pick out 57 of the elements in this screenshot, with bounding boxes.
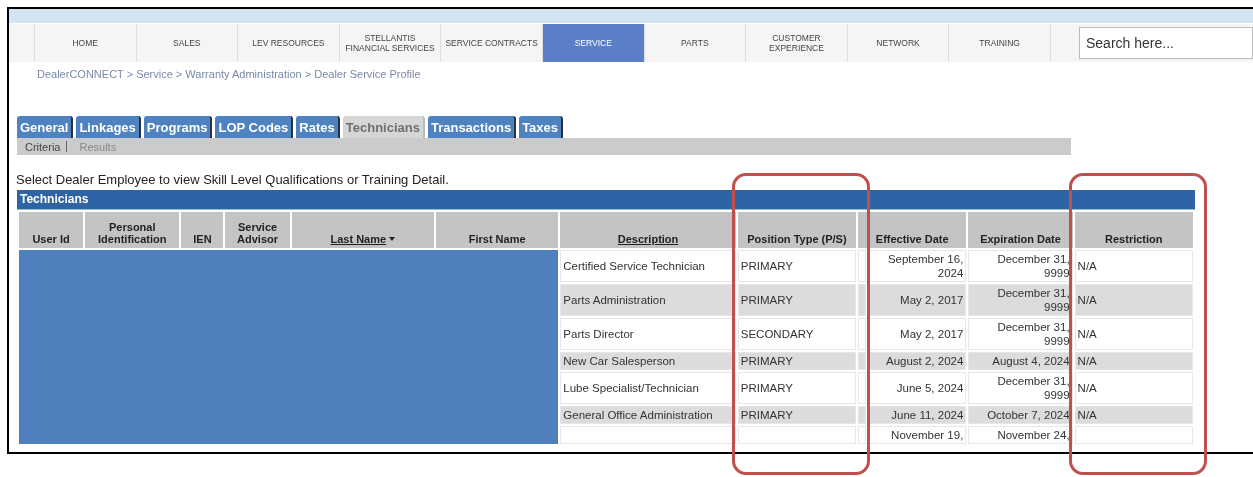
search-field[interactable]: Search here... bbox=[1079, 27, 1253, 59]
table-cell: August 2, 2024 bbox=[868, 352, 967, 370]
table-cell: N/A bbox=[1074, 372, 1193, 404]
column-header: Effective Date bbox=[858, 212, 967, 248]
tab[interactable]: Rates bbox=[296, 116, 340, 138]
table-cell: PRIMARY bbox=[737, 406, 857, 424]
tab[interactable]: Transactions bbox=[427, 116, 517, 138]
tab[interactable]: Programs bbox=[143, 116, 213, 138]
table-cell: PRIMARY bbox=[737, 372, 857, 404]
table-cell: General Office Administration bbox=[560, 406, 736, 424]
column-header: Service Advisor bbox=[225, 212, 290, 248]
instruction-text: Select Dealer Employee to view Skill Level Qualifications or Training Detail. bbox=[16, 172, 450, 187]
table-cell: December 31, 9999 bbox=[968, 250, 1073, 282]
table-cell: December 31, 9999 bbox=[968, 284, 1073, 316]
table-title: Technicians bbox=[17, 190, 1195, 210]
table-cell: New Car Salesperson bbox=[560, 352, 736, 370]
tab[interactable]: Linkages bbox=[76, 116, 141, 138]
table-cell: SECONDARY bbox=[737, 318, 857, 350]
tab[interactable]: General bbox=[17, 116, 74, 138]
column-header: IEN bbox=[181, 212, 224, 248]
table-cell: N/A bbox=[1074, 318, 1193, 350]
table-cell: November 24, bbox=[968, 426, 1073, 444]
breadcrumb: DealerCONNECT > Service > Warranty Administration > Dealer Service Profile bbox=[37, 68, 422, 80]
table-cell: PRIMARY bbox=[737, 250, 857, 282]
nav-tab[interactable]: SERVICE bbox=[542, 24, 645, 62]
column-header: First Name bbox=[436, 212, 559, 248]
column-header: Personal Identification bbox=[85, 212, 180, 248]
column-header: Position Type (P/S) bbox=[737, 212, 857, 248]
table-cell: N/A bbox=[1074, 284, 1193, 316]
table-cell: N/A bbox=[1074, 250, 1193, 282]
table-cell: August 4, 2024 bbox=[968, 352, 1073, 370]
sort-caret-icon bbox=[389, 237, 396, 241]
table-cell: December 31, 9999 bbox=[968, 318, 1073, 350]
table-cell: Parts Director bbox=[560, 318, 736, 350]
column-header[interactable]: Description bbox=[560, 212, 736, 248]
table-cell: N/A bbox=[1074, 406, 1193, 424]
subtab-link[interactable]: Criteria bbox=[25, 140, 61, 153]
column-header[interactable]: Last Name bbox=[291, 212, 434, 248]
table-cell: October 7, 2024 bbox=[968, 406, 1073, 424]
column-header: Restriction bbox=[1074, 212, 1193, 248]
table-cell: September 16, 2024 bbox=[868, 250, 967, 282]
table-cell: December 31, 9999 bbox=[968, 372, 1073, 404]
table-cell: N/A bbox=[1074, 352, 1193, 370]
column-header: User Id bbox=[19, 212, 84, 248]
tab[interactable]: LOP Codes bbox=[215, 116, 294, 138]
table-cell: Certified Service Technician bbox=[560, 250, 736, 282]
table-cell: May 2, 2017 bbox=[868, 318, 967, 350]
tab[interactable]: Taxes bbox=[519, 116, 564, 138]
table-cell: Lube Specialist/Technician bbox=[560, 372, 736, 404]
table-cell: May 2, 2017 bbox=[868, 284, 967, 316]
table-cell: Parts Administration bbox=[560, 284, 736, 316]
table-cell: June 11, 2024 bbox=[868, 406, 967, 424]
column-header: Expiration Date bbox=[968, 212, 1073, 248]
table-cell: PRIMARY bbox=[737, 284, 857, 316]
table-cell: November 19, bbox=[868, 426, 967, 444]
table-cell: June 5, 2024 bbox=[868, 372, 967, 404]
table-cell: PRIMARY bbox=[737, 352, 857, 370]
